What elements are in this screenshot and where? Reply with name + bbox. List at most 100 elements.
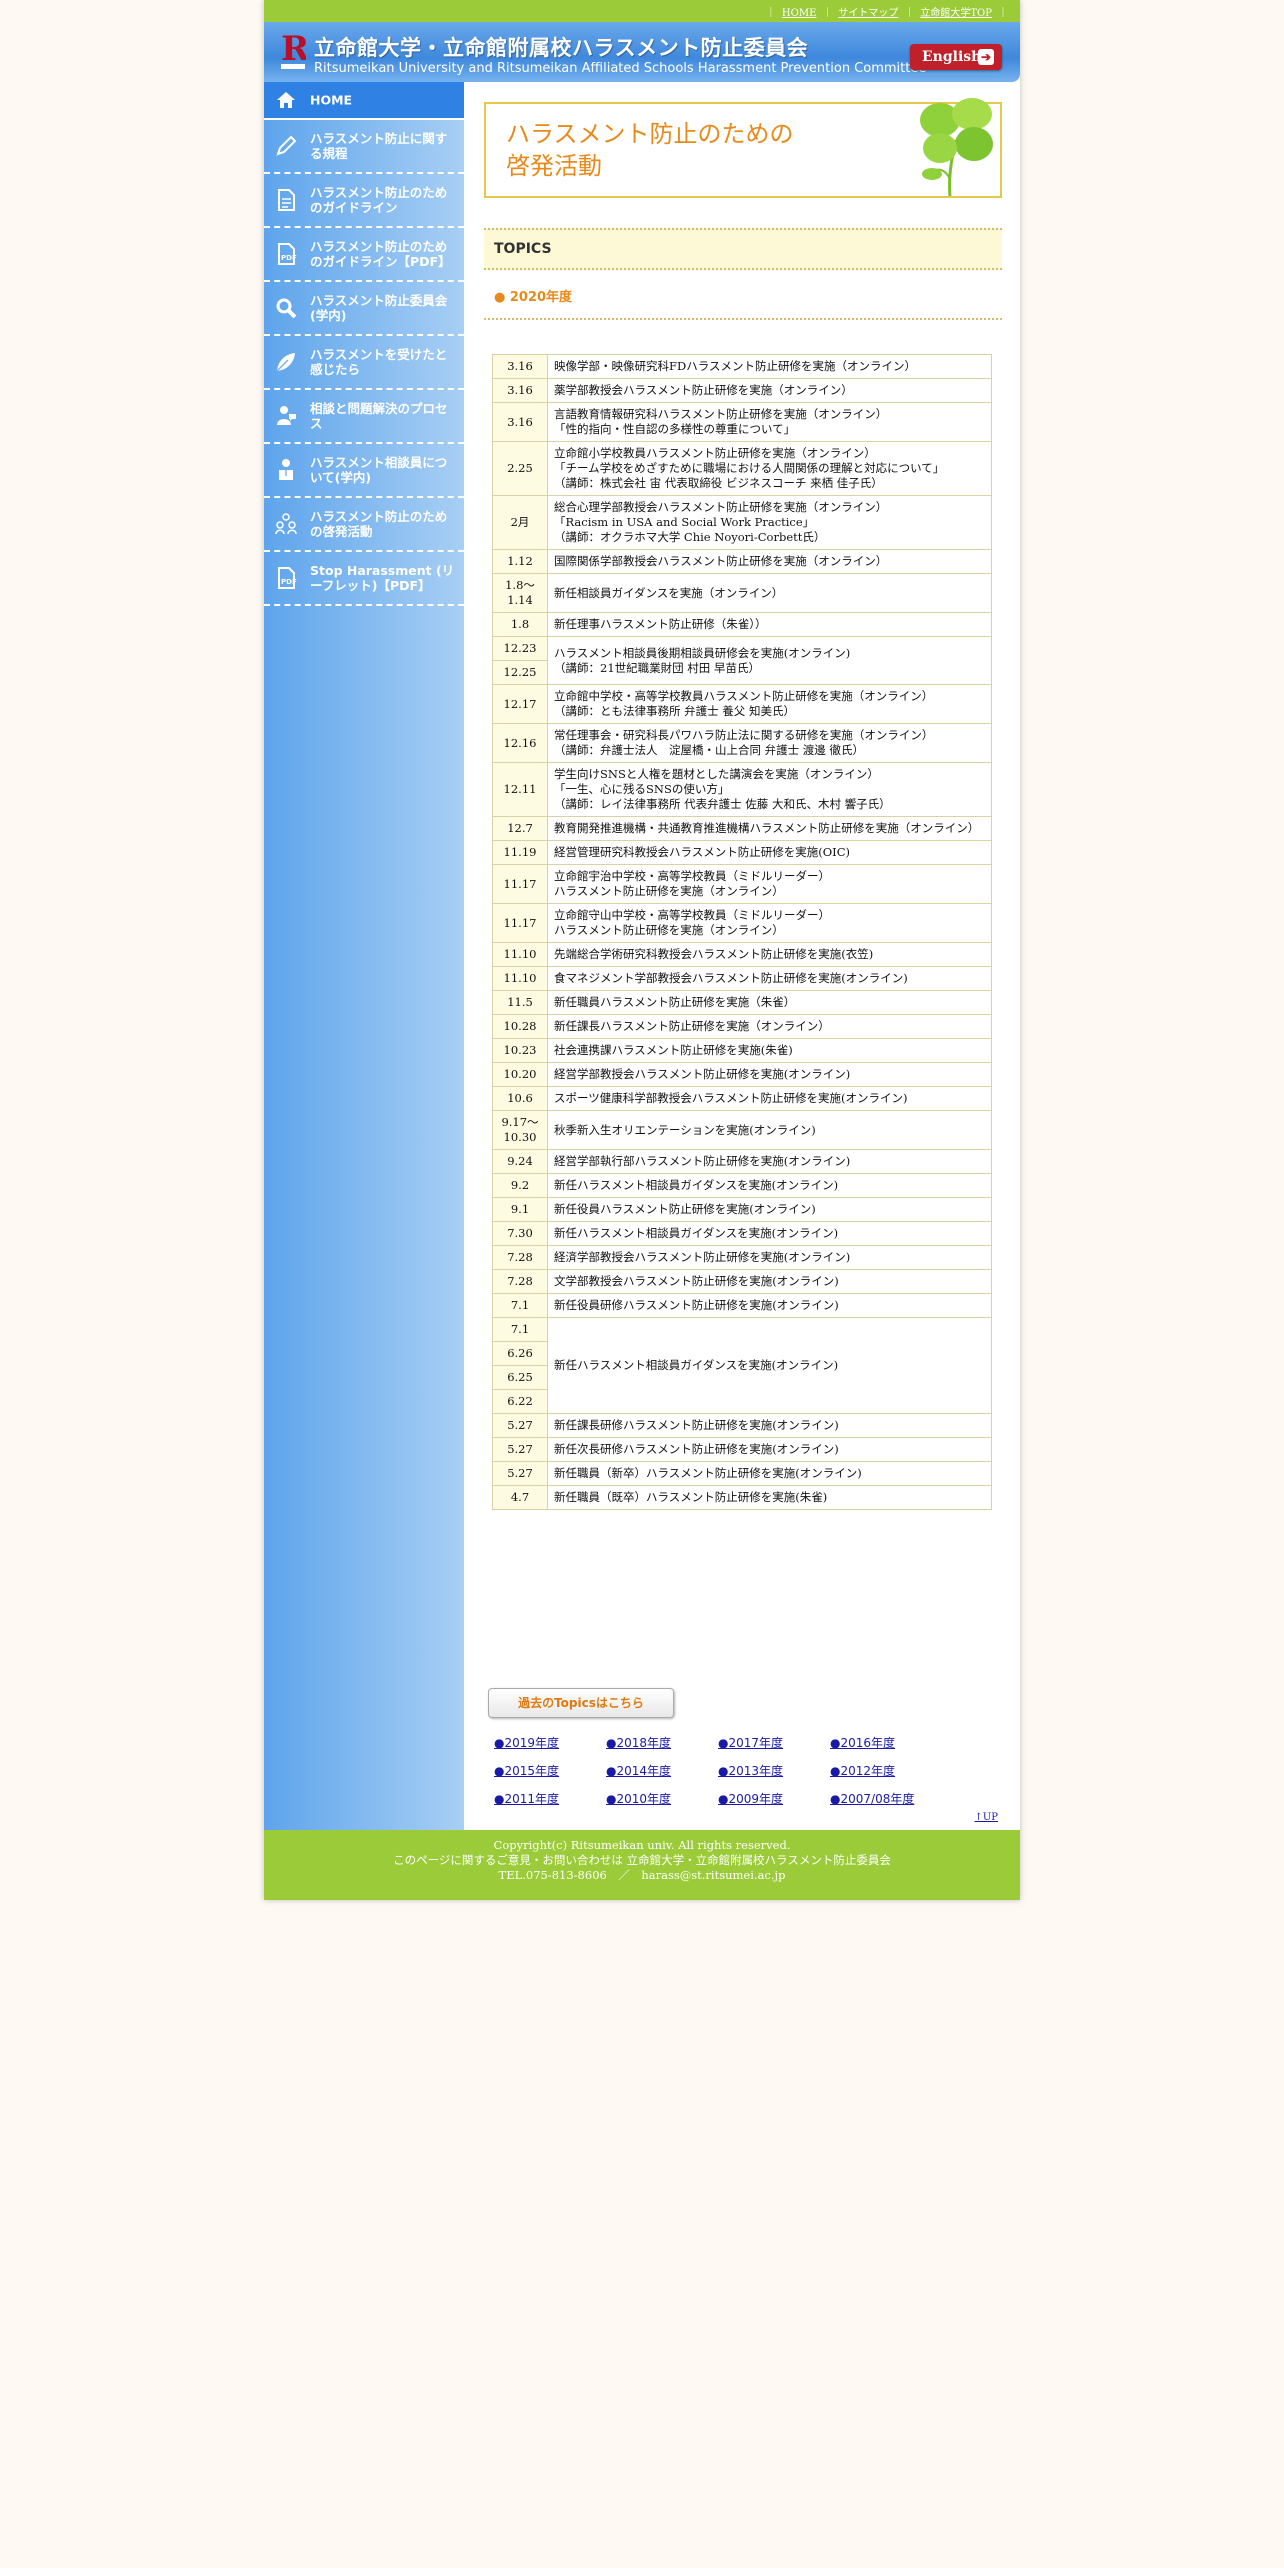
- committee-title-english: Ritsumeikan University and Ritsumeikan A…: [314, 61, 927, 76]
- topic-date: 7.28: [492, 1245, 548, 1270]
- table-row: 7.30 新任ハラスメント相談員ガイダンスを実施(オンライン): [492, 1221, 992, 1246]
- topic-date: 12.17: [492, 684, 548, 724]
- topic-text: 経営学部教授会ハラスメント防止研修を実施(オンライン): [547, 1062, 992, 1087]
- topic-date: 6.25: [492, 1365, 548, 1390]
- topic-text: 新任相談員ガイダンスを実施（オンライン）: [547, 573, 992, 613]
- topic-text: 新任理事ハラスメント防止研修（朱雀））: [547, 612, 992, 637]
- topic-text: スポーツ健康科学部教授会ハラスメント防止研修を実施(オンライン): [547, 1086, 992, 1111]
- topic-date: 7.1: [492, 1317, 548, 1342]
- past-year-label: 2019年度: [504, 1736, 560, 1750]
- table-row: 11.10 先端総合学術研究科教授会ハラスメント防止研修を実施(衣笠): [492, 942, 992, 967]
- past-year-link[interactable]: ●2017年度: [718, 1734, 783, 1751]
- copyright-text: Copyright(c) Ritsumeikan univ. All right…: [493, 1838, 791, 1852]
- sidebar-item-if-harassed[interactable]: ハラスメントを受けたと感じたら: [264, 336, 464, 390]
- past-year-link[interactable]: ●2012年度: [830, 1762, 895, 1779]
- table-row: 2月 総合心理学部教授会ハラスメント防止研修を実施（オンライン） 「Racism …: [492, 495, 992, 550]
- sidebar-item-counselors[interactable]: ハラスメント相談員について(学内): [264, 444, 464, 498]
- past-year-link[interactable]: ●2019年度: [494, 1734, 559, 1751]
- past-year-label: 2015年度: [504, 1764, 560, 1778]
- committee-title[interactable]: 立命館大学・立命館附属校ハラスメント防止委員会: [314, 32, 808, 62]
- sidebar-item-awareness[interactable]: ハラスメント防止のための啓発活動: [264, 498, 464, 552]
- topic-text: 立命館宇治中学校・高等学校教員（ミドルリーダー） ハラスメント防止研修を実施（オ…: [547, 864, 992, 904]
- back-to-top-link[interactable]: ↑UP: [974, 1812, 998, 1823]
- topic-date: 3.16: [492, 354, 548, 379]
- sidebar-item-guideline[interactable]: ハラスメント防止のためのガイドライン: [264, 174, 464, 228]
- table-row: 10.28 新任課長ハラスメント防止研修を実施（オンライン）: [492, 1014, 992, 1039]
- table-row: 9.17～10.30 秋季新入生オリエンテーションを実施(オンライン): [492, 1110, 992, 1150]
- topic-text: 新任ハラスメント相談員ガイダンスを実施(オンライン): [547, 1317, 992, 1414]
- table-row: 11.17 立命館守山中学校・高等学校教員（ミドルリーダー） ハラスメント防止研修…: [492, 903, 992, 943]
- past-year-link[interactable]: ●2013年度: [718, 1762, 783, 1779]
- sitemap-link[interactable]: サイトマップ: [838, 8, 898, 19]
- topic-date: 5.27: [492, 1413, 548, 1438]
- past-topics-button[interactable]: 過去のTopicsはこちら: [488, 1688, 674, 1718]
- sidebar-item-label: 相談と問題解決のプロセス: [310, 401, 448, 431]
- ritsumeikan-logo-icon[interactable]: R: [280, 30, 306, 72]
- table-row: 7.1 新任ハラスメント相談員ガイダンスを実施(オンライン): [492, 1317, 992, 1414]
- page-title: ハラスメント防止のための 啓発活動: [506, 118, 794, 182]
- sidebar-item-committee[interactable]: ハラスメント防止委員会(学内): [264, 282, 464, 336]
- table-row: 3.16 言語教育情報研究科ハラスメント防止研修を実施（オンライン） 「性的指向・…: [492, 402, 992, 442]
- table-row: 12.16 常任理事会・研究科長パワハラ防止法に関する研修を実施（オンライン） （…: [492, 723, 992, 763]
- page-title-line1: ハラスメント防止のための: [506, 120, 794, 148]
- topic-text: 食マネジメント学部教授会ハラスメント防止研修を実施(オンライン): [547, 966, 992, 991]
- sidebar-item-label: ハラスメント防止のためのガイドライン【PDF】: [310, 239, 451, 269]
- past-year-link[interactable]: ●2018年度: [606, 1734, 671, 1751]
- table-row: 5.27 新任課長研修ハラスメント防止研修を実施(オンライン): [492, 1413, 992, 1438]
- topic-date: 3.16: [492, 378, 548, 403]
- past-year-label: 2016年度: [840, 1736, 896, 1750]
- topic-text: 常任理事会・研究科長パワハラ防止法に関する研修を実施（オンライン） （講師：弁護…: [547, 723, 992, 763]
- topic-text: 新任職員（新卒）ハラスメント防止研修を実施(オンライン): [547, 1461, 992, 1486]
- bullet-icon: ●: [718, 1764, 729, 1778]
- topic-text: 国際関係学部教授会ハラスメント防止研修を実施（オンライン）: [547, 549, 992, 574]
- topics-table: 3.16 映像学部・映像研究科FDハラスメント防止研修を実施（オンライン） 3.16…: [492, 354, 992, 1510]
- past-year-link[interactable]: ●2015年度: [494, 1762, 559, 1779]
- past-year-link[interactable]: ●2014年度: [606, 1762, 671, 1779]
- topic-date: 12.25: [492, 660, 548, 685]
- topic-text: 新任ハラスメント相談員ガイダンスを実施(オンライン): [547, 1173, 992, 1198]
- page-banner: ハラスメント防止のための 啓発活動: [484, 98, 1002, 198]
- bullet-icon: ●: [830, 1792, 841, 1806]
- bullet-icon: ●: [718, 1792, 729, 1806]
- sidebar-item-label: HOME: [310, 92, 353, 108]
- table-row: 5.27 新任職員（新卒）ハラスメント防止研修を実施(オンライン): [492, 1461, 992, 1486]
- group-icon: [275, 513, 297, 535]
- past-year-label: 2009年度: [728, 1792, 784, 1806]
- past-year-label: 2007/08年度: [840, 1792, 915, 1806]
- svg-text:PDF: PDF: [281, 254, 297, 262]
- sidebar-item-process[interactable]: 相談と問題解決のプロセス: [264, 390, 464, 444]
- table-row: 1.12 国際関係学部教授会ハラスメント防止研修を実施（オンライン）: [492, 549, 992, 574]
- sidebar-item-leaflet-pdf[interactable]: PDF Stop Harassment (リーフレット)【PDF】: [264, 552, 464, 606]
- sidebar-item-guideline-pdf[interactable]: PDF ハラスメント防止のためのガイドライン【PDF】: [264, 228, 464, 282]
- past-year-link[interactable]: ●2016年度: [830, 1734, 895, 1751]
- sidebar-item-regulations[interactable]: ハラスメント防止に関する規程: [264, 120, 464, 174]
- home-link[interactable]: HOME: [782, 8, 816, 19]
- sidebar-item-home[interactable]: HOME: [264, 82, 464, 120]
- past-year-link[interactable]: ●2007/08年度: [830, 1790, 914, 1807]
- topic-date: 5.27: [492, 1437, 548, 1462]
- topic-date: 1.8～1.14: [492, 573, 548, 613]
- table-row: 9.1 新任役員ハラスメント防止研修を実施(オンライン): [492, 1197, 992, 1222]
- past-year-link[interactable]: ●2010年度: [606, 1790, 671, 1807]
- topic-date: 6.26: [492, 1341, 548, 1366]
- english-button[interactable]: English ➔: [910, 44, 1002, 70]
- past-year-link[interactable]: ●2011年度: [494, 1790, 559, 1807]
- sidebar-nav: HOME ハラスメント防止に関する規程 ハラスメント防止のためのガイドライン P…: [264, 82, 464, 1830]
- topic-date: 11.19: [492, 840, 548, 865]
- svg-text:R: R: [281, 30, 306, 69]
- english-label: English: [922, 49, 982, 65]
- pdf-icon: PDF: [278, 567, 297, 589]
- topic-date: 7.28: [492, 1269, 548, 1294]
- bullet-icon: ●: [830, 1736, 841, 1750]
- topic-date: 9.1: [492, 1197, 548, 1222]
- past-year-label: 2011年度: [504, 1792, 560, 1806]
- past-year-link[interactable]: ●2009年度: [718, 1790, 783, 1807]
- person-icon: [279, 459, 293, 480]
- topic-date: 5.27: [492, 1461, 548, 1486]
- university-top-link[interactable]: 立命館大学TOP: [920, 8, 992, 19]
- bullet-icon: ●: [494, 1736, 505, 1750]
- topic-text: 薬学部教授会ハラスメント防止研修を実施（オンライン）: [547, 378, 992, 403]
- table-row: 12.23 ハラスメント相談員後期相談員研修会を実施(オンライン) （講師：21世…: [492, 636, 992, 685]
- topic-text: 社会連携課ハラスメント防止研修を実施(朱雀): [547, 1038, 992, 1063]
- topic-date: 11.10: [492, 966, 548, 991]
